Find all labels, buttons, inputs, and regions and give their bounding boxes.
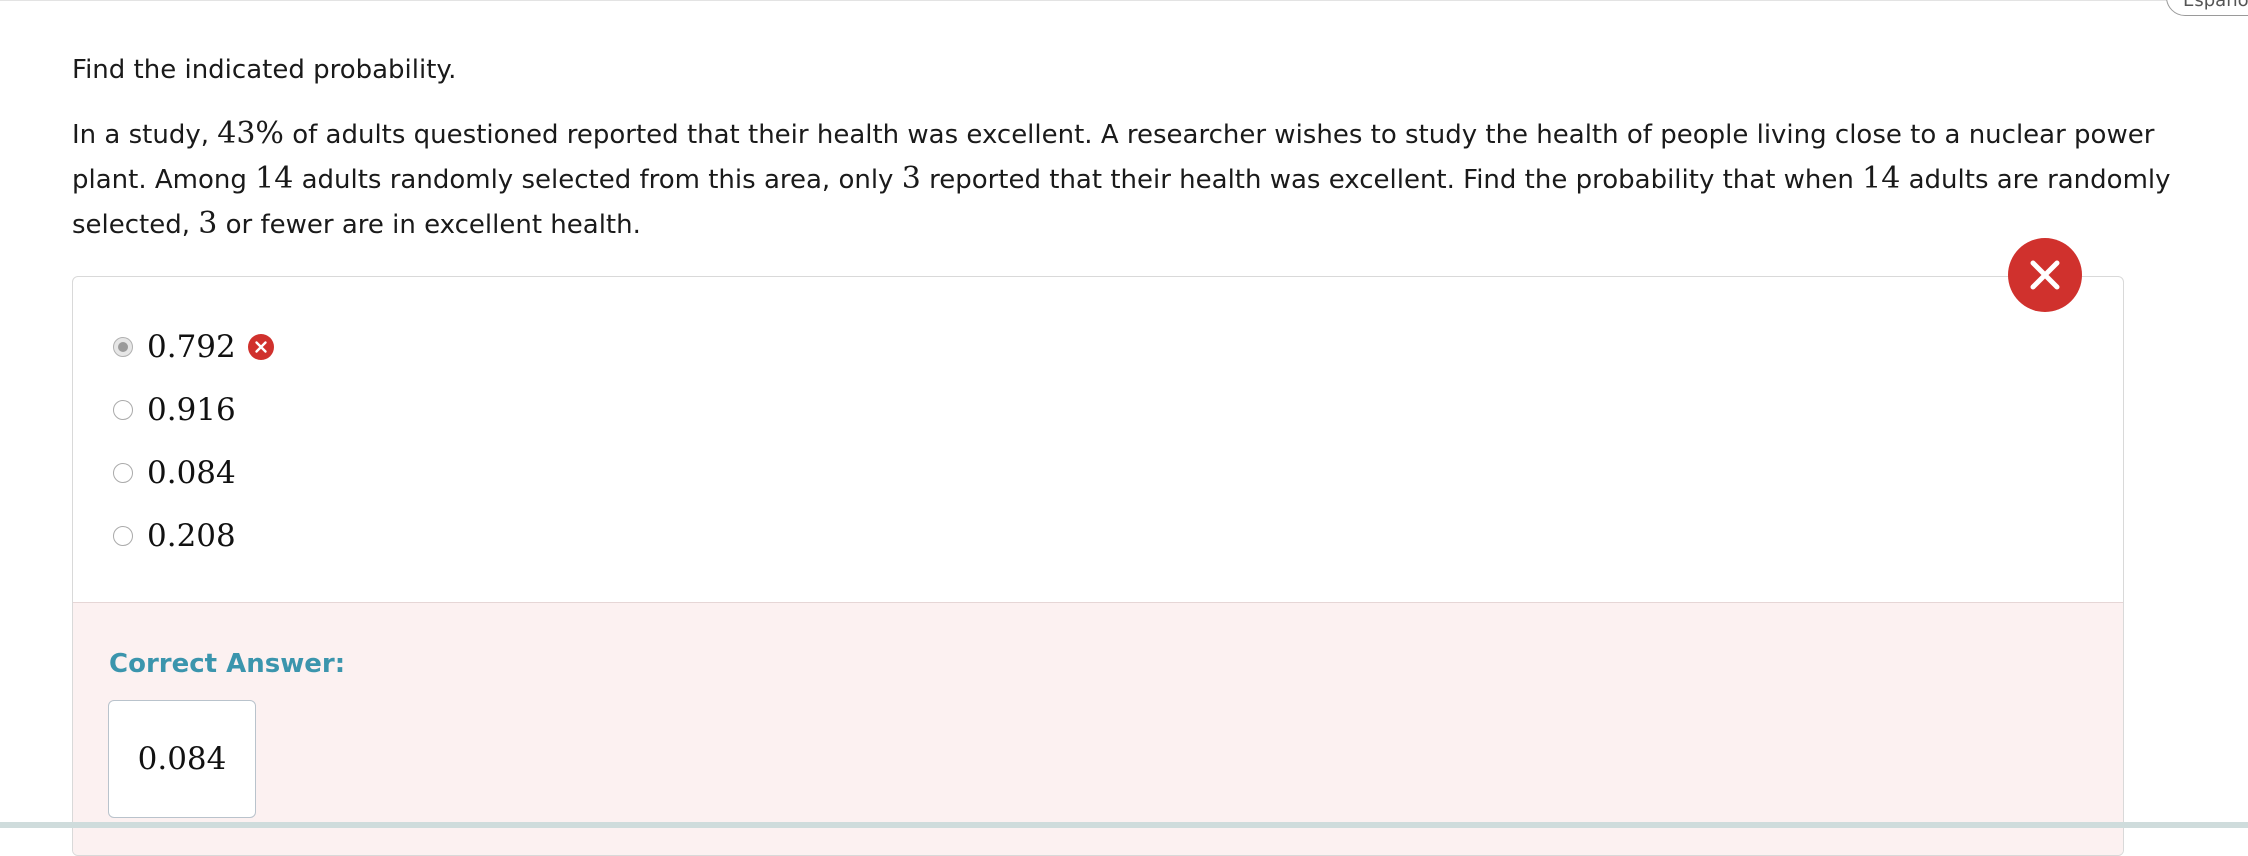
question-instruction: Find the indicated probability. xyxy=(72,55,457,85)
option-label: 0.792 xyxy=(147,329,236,365)
close-icon xyxy=(247,334,274,360)
problem-text-part: or fewer are in excellent health. xyxy=(217,210,641,240)
radio-button[interactable] xyxy=(113,400,133,420)
correct-answer-value: 0.084 xyxy=(137,741,227,777)
language-toggle-button[interactable]: Español xyxy=(2166,0,2248,16)
answer-option-3[interactable]: 0.084 xyxy=(113,453,236,493)
problem-math-count: 3 xyxy=(901,161,921,196)
radio-button-selected[interactable] xyxy=(113,337,133,357)
option-label: 0.916 xyxy=(147,392,236,428)
problem-text-part: In a study, xyxy=(72,120,218,150)
problem-math-sample-size: 14 xyxy=(1862,161,1901,196)
problem-math-count: 3 xyxy=(198,206,218,241)
feedback-panel: Correct Answer: xyxy=(73,602,2123,855)
answer-card: 0.792 0.916 0.084 0.208 Correct Answer: xyxy=(72,276,2124,856)
correct-answer-box: 0.084 xyxy=(108,700,256,818)
radio-button[interactable] xyxy=(113,526,133,546)
radio-button[interactable] xyxy=(113,463,133,483)
question-problem-text: In a study, 43% of adults questioned rep… xyxy=(72,112,2202,247)
problem-text-part: reported that their health was excellent… xyxy=(920,165,1863,195)
bottom-scroll-bar xyxy=(0,822,2248,828)
top-divider xyxy=(0,0,2248,1)
answer-option-1[interactable]: 0.792 xyxy=(113,327,274,367)
answer-option-4[interactable]: 0.208 xyxy=(113,516,236,556)
answer-option-2[interactable]: 0.916 xyxy=(113,390,236,430)
answer-options: 0.792 0.916 0.084 0.208 xyxy=(73,277,2123,602)
option-label: 0.208 xyxy=(147,518,236,554)
option-label: 0.084 xyxy=(147,455,236,491)
problem-text-part: adults randomly selected from this area,… xyxy=(293,165,902,195)
problem-math-percent: 43% xyxy=(217,116,284,151)
correct-answer-label: Correct Answer: xyxy=(109,649,346,679)
problem-math-sample-size: 14 xyxy=(255,161,294,196)
close-icon xyxy=(2008,238,2082,312)
